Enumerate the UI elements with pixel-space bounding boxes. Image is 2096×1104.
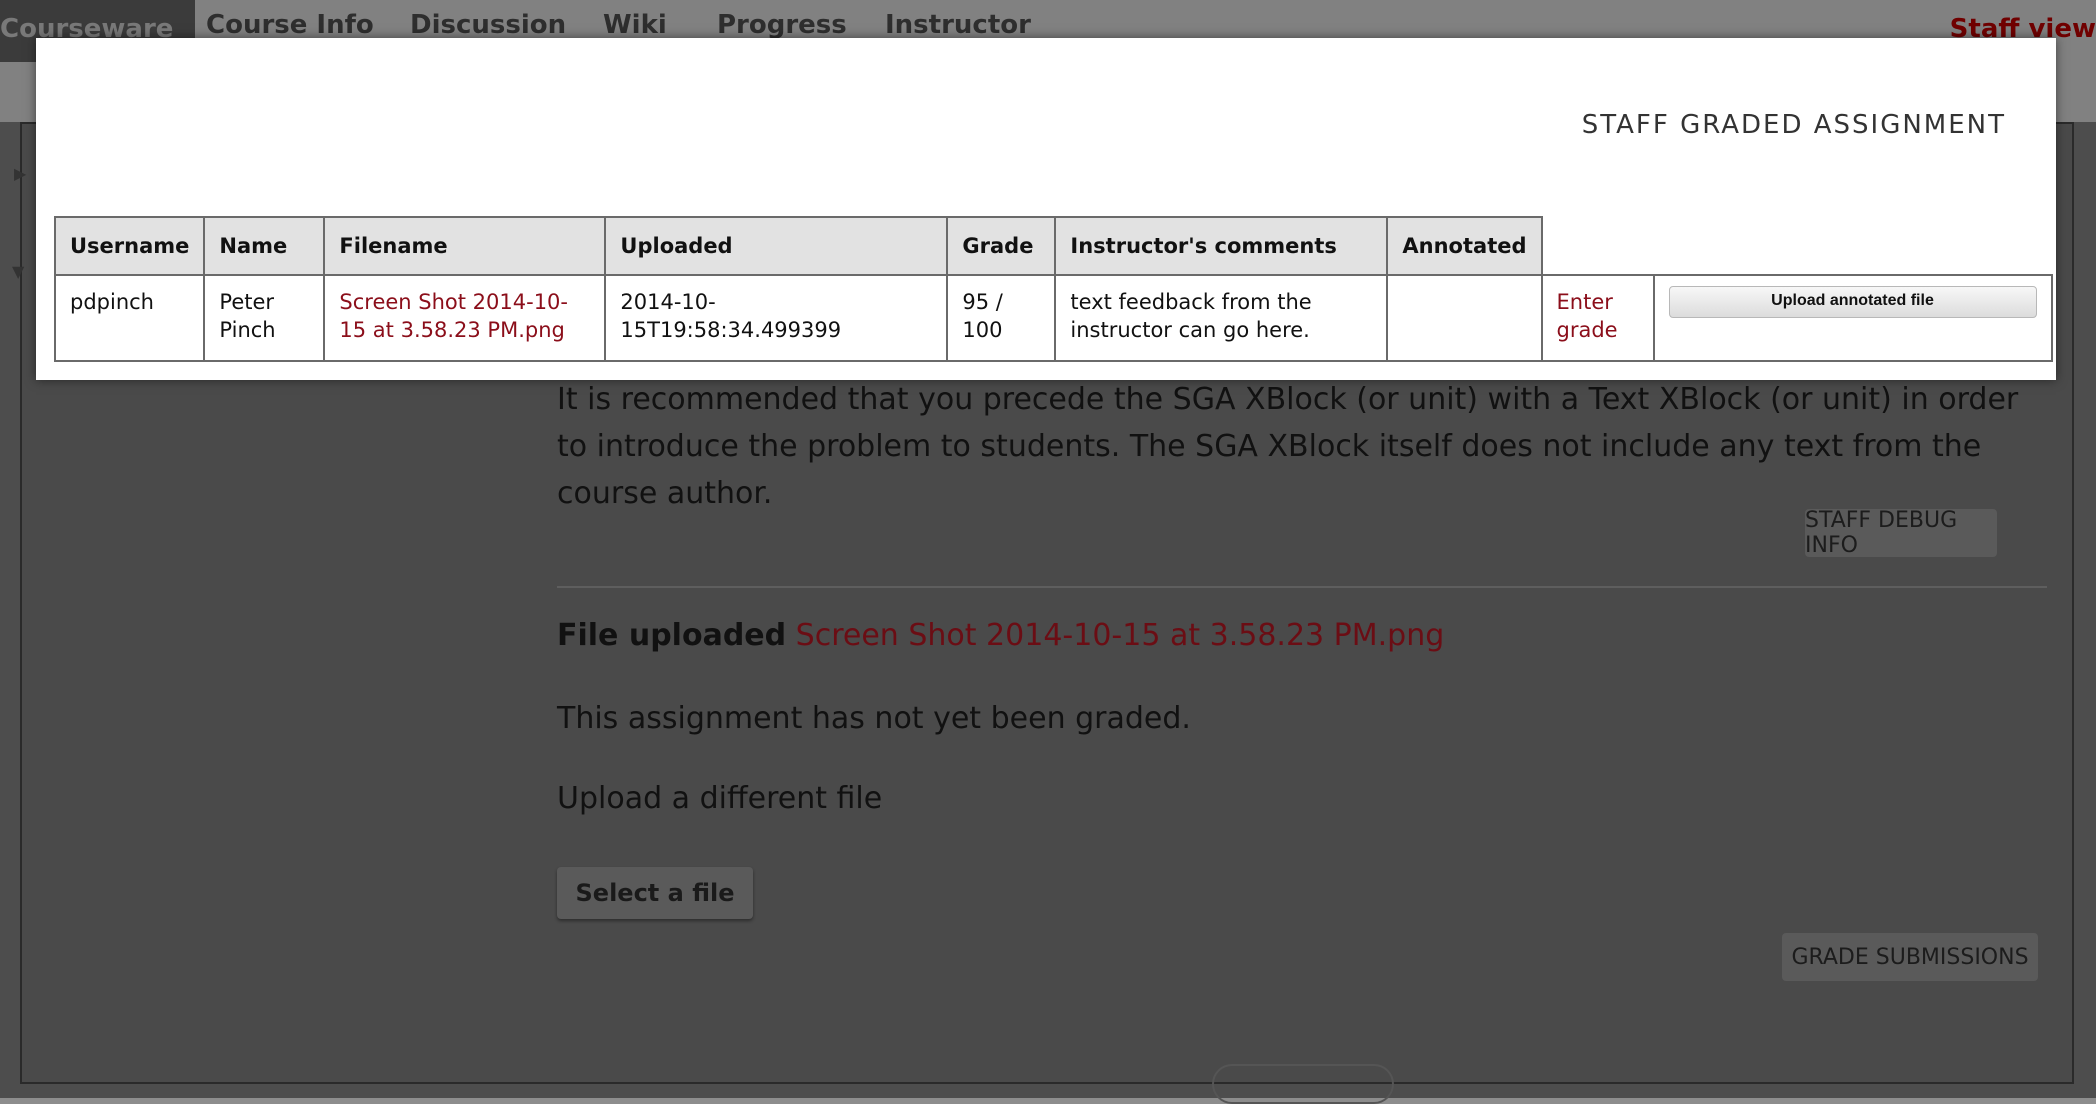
- select-file-button[interactable]: Select a file: [557, 867, 753, 919]
- col-filename: Filename: [323, 216, 607, 276]
- col-username: Username: [53, 216, 206, 276]
- col-comments: Instructor's comments: [1054, 216, 1389, 276]
- upload-annotated-file-button[interactable]: Upload annotated file: [1668, 286, 2037, 318]
- staff-debug-button[interactable]: STAFF DEBUG INFO: [1805, 508, 1997, 558]
- uploaded-file-link[interactable]: Screen Shot 2014-10-15 at 3.58.23 PM.png: [796, 618, 1445, 653]
- cell-annotated: [1386, 274, 1543, 362]
- intro-paragraph: It is recommended that you precede the S…: [557, 382, 2019, 511]
- cell-uploaded: 2014-10-15T19:58:34.499399: [604, 274, 949, 362]
- submissions-table: Username Name Filename Uploaded Grade In…: [53, 216, 2053, 362]
- col-grade: Grade: [946, 216, 1057, 276]
- file-uploaded-line: File uploaded Screen Shot 2014-10-15 at …: [557, 618, 1444, 653]
- grading-modal: STAFF GRADED ASSIGNMENT Username Name Fi…: [36, 38, 2056, 380]
- grade-submissions-button[interactable]: GRADE SUBMISSIONS: [1782, 933, 2038, 981]
- divider: [557, 586, 2047, 588]
- upload-different-label: Upload a different file: [557, 781, 883, 816]
- cell-upload: Upload annotated file: [1652, 274, 2053, 362]
- enter-grade-link[interactable]: Enter grade: [1557, 290, 1618, 342]
- cell-username: pdpinch: [53, 274, 206, 362]
- cell-name: Peter Pinch: [203, 274, 326, 362]
- col-spacer: [1541, 217, 1654, 276]
- submission-file-link[interactable]: Screen Shot 2014-10-15 at 3.58.23 PM.png: [339, 290, 568, 342]
- pager-control[interactable]: [1212, 1064, 1394, 1104]
- cell-filename: Screen Shot 2014-10-15 at 3.58.23 PM.png: [323, 274, 607, 362]
- table-row: pdpinch Peter Pinch Screen Shot 2014-10-…: [53, 274, 2053, 362]
- col-uploaded: Uploaded: [604, 216, 949, 276]
- col-name: Name: [203, 216, 326, 276]
- collapse-arrow-icon[interactable]: ▼: [12, 262, 24, 281]
- cell-enter-grade: Enter grade: [1540, 274, 1655, 362]
- file-uploaded-label: File uploaded: [557, 618, 787, 653]
- cell-comments: text feedback from the instructor can go…: [1054, 274, 1389, 362]
- col-annotated: Annotated: [1386, 216, 1543, 276]
- cell-grade: 95 / 100: [946, 274, 1057, 362]
- col-spacer: [1653, 217, 2052, 276]
- expand-arrow-icon[interactable]: ▶: [14, 164, 26, 183]
- modal-title: STAFF GRADED ASSIGNMENT: [1581, 110, 2006, 140]
- table-header-row: Username Name Filename Uploaded Grade In…: [53, 216, 2052, 276]
- xblock-intro: It is recommended that you precede the S…: [557, 376, 2047, 517]
- grade-status: This assignment has not yet been graded.: [557, 701, 1191, 736]
